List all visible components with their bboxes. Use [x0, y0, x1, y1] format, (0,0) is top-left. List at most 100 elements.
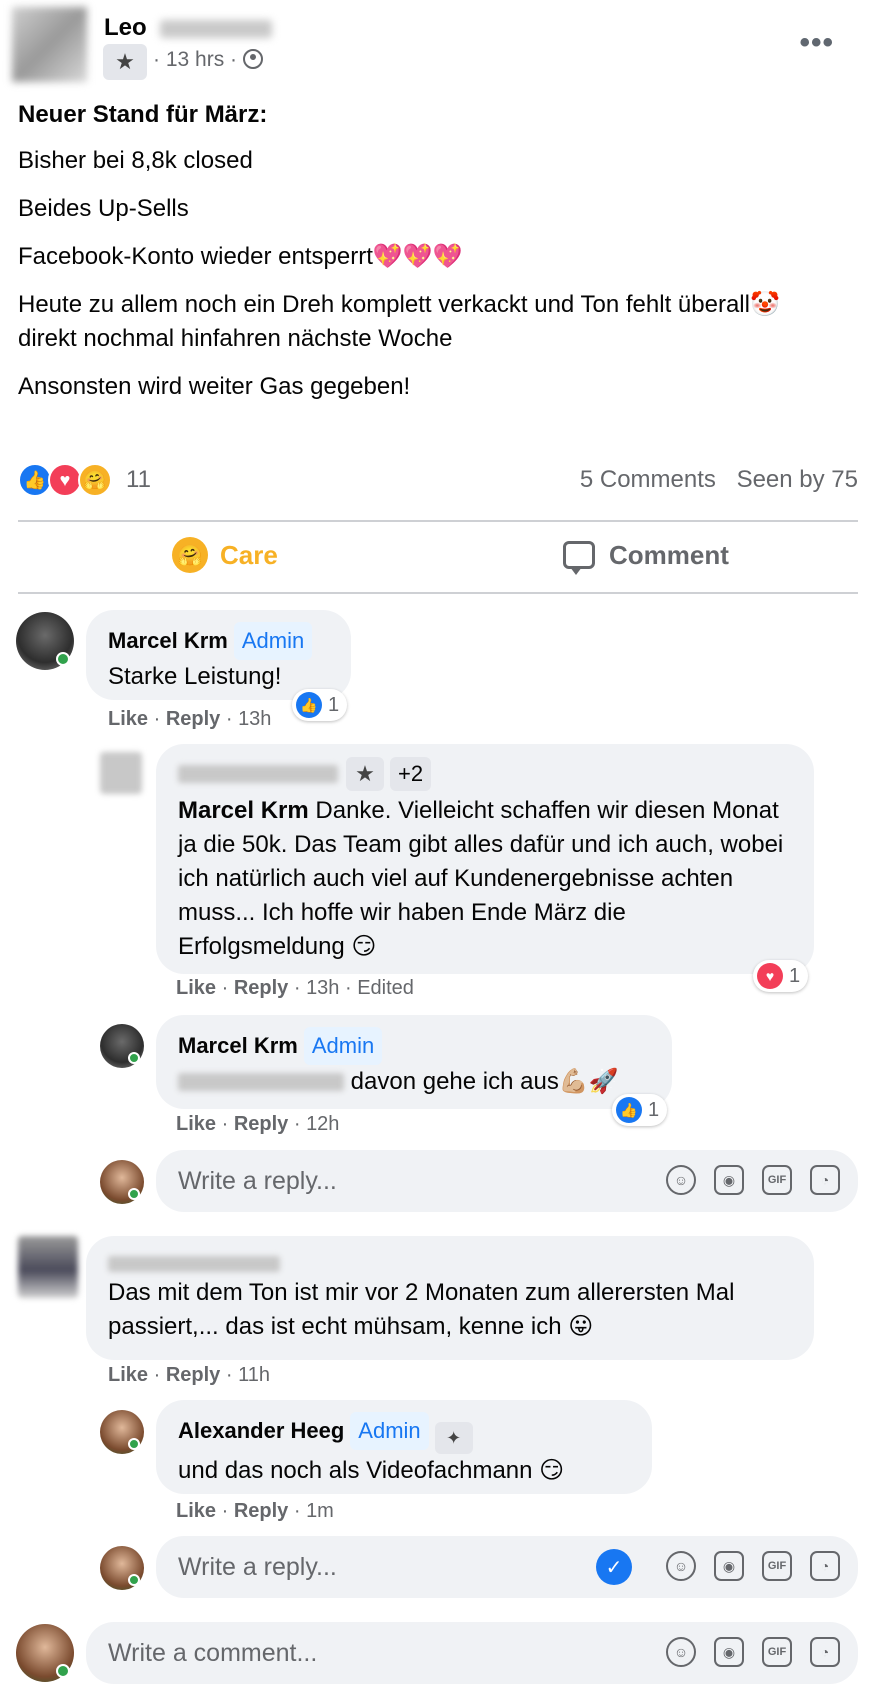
avatar[interactable] [100, 752, 142, 794]
comment-bubble: Das mit dem Ton ist mir vor 2 Monaten zu… [86, 1236, 814, 1360]
star-badge-icon[interactable]: ★ [103, 44, 147, 80]
post-body: Neuer Stand für März: Bisher bei 8,8k cl… [18, 98, 848, 418]
like-link[interactable]: Like [176, 977, 216, 999]
comment-icon [563, 541, 595, 575]
extra-badges[interactable]: +2 [390, 757, 432, 791]
love-reaction-icon: ♥ [48, 463, 82, 497]
commenter-name-redacted [108, 1256, 280, 1272]
comment-actions: Like · Reply · 11h [108, 1364, 270, 1386]
comment-button[interactable]: Comment [563, 532, 729, 578]
online-indicator [128, 1052, 140, 1064]
post-line: Beides Up-Sells [18, 195, 189, 222]
like-reaction-icon: 👍 [296, 692, 322, 718]
like-reaction-icon: 👍 [18, 463, 52, 497]
edited-label: Edited [357, 977, 414, 999]
emoji-icon[interactable]: ☺ [666, 1165, 696, 1195]
reply-link[interactable]: Reply [234, 1500, 288, 1522]
privacy-icon[interactable] [243, 49, 264, 69]
post-line: Bisher bei 8,8k closed [18, 147, 253, 174]
online-indicator [56, 1664, 70, 1678]
admin-badge[interactable]: Admin [303, 1027, 383, 1065]
post-time[interactable]: 13 hrs [166, 48, 224, 71]
more-options-icon[interactable]: ••• [799, 26, 834, 60]
commenter-name[interactable]: Marcel Krm [178, 1033, 298, 1058]
input-tools: ☺ ◉ GIF ◔ [666, 1637, 840, 1667]
care-label: Care [220, 539, 278, 570]
commenter-name[interactable]: Marcel Krm [108, 628, 228, 653]
gif-icon[interactable]: GIF [762, 1165, 792, 1195]
post-line: Ansonsten wird weiter Gas gegeben! [18, 373, 411, 400]
comment-text: davon gehe ich aus💪🏼🚀 [350, 1068, 619, 1095]
emoji-icon[interactable]: ☺ [666, 1637, 696, 1667]
post-author-name[interactable]: Leo [104, 14, 147, 42]
admin-badge[interactable]: Admin [233, 622, 313, 660]
author-avatar[interactable] [12, 7, 87, 82]
comment-time[interactable]: 1m [306, 1500, 334, 1522]
sticker-icon[interactable]: ◔ [810, 1551, 840, 1581]
gif-icon[interactable]: GIF [762, 1551, 792, 1581]
comment-input[interactable]: Write a comment... ☺ ◉ GIF ◔ [86, 1622, 858, 1684]
comment-reactions[interactable]: 👍 1 [292, 689, 348, 721]
commenter-name-redacted [178, 765, 338, 783]
comment-time[interactable]: 12h [306, 1113, 339, 1135]
like-reaction-icon: 👍 [616, 1097, 642, 1123]
reply-placeholder: Write a reply... [178, 1166, 337, 1195]
comment-actions: Like · Reply · 12h [176, 1113, 340, 1135]
seen-by-link[interactable]: Seen by 75 [737, 466, 858, 493]
post-stats: 5 Comments Seen by 75 [580, 466, 858, 494]
camera-icon[interactable]: ◉ [714, 1551, 744, 1581]
comment-bubble: Alexander Heeg Admin ✦ und das noch als Vi… [156, 1400, 652, 1494]
love-reaction-icon: ♥ [757, 963, 783, 989]
post-line: Neuer Stand für März: [18, 101, 268, 128]
comments-count-link[interactable]: 5 Comments [580, 466, 716, 493]
divider [18, 520, 858, 522]
like-link[interactable]: Like [176, 1113, 216, 1135]
reply-link[interactable]: Reply [166, 1364, 220, 1386]
like-link[interactable]: Like [108, 708, 148, 730]
post-meta: · 13 hrs · [153, 48, 264, 72]
emoji-icon[interactable]: ☺ [666, 1551, 696, 1581]
mention-redacted [178, 1073, 344, 1091]
comment-actions: Like · Reply · 1m [176, 1500, 334, 1522]
commenter-name[interactable]: Alexander Heeg [178, 1418, 344, 1443]
online-indicator [128, 1438, 140, 1450]
like-link[interactable]: Like [108, 1364, 148, 1386]
post-line: Facebook-Konto wieder entsperrt💖💖💖 [18, 243, 463, 270]
comment-actions: Like · Reply · 13h [108, 708, 272, 730]
care-icon: 🤗 [172, 537, 208, 573]
comment-time[interactable]: 11h [238, 1364, 270, 1386]
comment-reactions[interactable]: 👍 1 [612, 1094, 668, 1126]
reply-input[interactable]: Write a reply... ☺ ◉ GIF ◔ [156, 1150, 858, 1212]
online-indicator [56, 652, 70, 666]
checkmark-icon[interactable]: ✓ [596, 1549, 632, 1585]
admin-badge[interactable]: Admin [350, 1412, 429, 1450]
author-lastname-redacted [160, 20, 272, 38]
comment-bubble: ★ +2 Marcel Krm Danke. Vielleicht schaff… [156, 744, 814, 974]
avatar[interactable] [18, 1236, 78, 1298]
input-tools: ☺ ◉ GIF ◔ [666, 1551, 840, 1581]
reply-link[interactable]: Reply [166, 708, 220, 730]
comment-bubble: Marcel Krm Admin Starke Leistung! [86, 610, 351, 700]
like-link[interactable]: Like [176, 1500, 216, 1522]
reaction-count[interactable]: 11 [126, 466, 151, 494]
comment-text: Starke Leistung! [108, 663, 282, 690]
camera-icon[interactable]: ◉ [714, 1637, 744, 1667]
comment-time[interactable]: 13h [306, 977, 339, 999]
conversation-starter-badge-icon[interactable]: ✦ [434, 1422, 473, 1454]
reply-link[interactable]: Reply [234, 1113, 288, 1135]
reaction-summary[interactable]: 👍 ♥ 🤗 11 [18, 462, 151, 498]
comment-reactions[interactable]: ♥ 1 [753, 960, 809, 992]
sticker-icon[interactable]: ◔ [810, 1637, 840, 1667]
gif-icon[interactable]: GIF [762, 1637, 792, 1667]
comment-time[interactable]: 13h [238, 708, 271, 730]
comment-label: Comment [609, 539, 729, 570]
care-button[interactable]: 🤗 Care [172, 532, 278, 578]
reply-input[interactable]: Write a reply... ✓ ☺ ◉ GIF ◔ [156, 1536, 858, 1598]
sticker-icon[interactable]: ◔ [810, 1165, 840, 1195]
mention[interactable]: Marcel Krm [178, 797, 309, 824]
reply-link[interactable]: Reply [234, 977, 288, 999]
star-badge-icon[interactable]: ★ [346, 757, 384, 791]
camera-icon[interactable]: ◉ [714, 1165, 744, 1195]
comment-actions: Like · Reply · 13h · Edited [176, 977, 414, 999]
comment-bubble: Marcel Krm Admin davon gehe ich aus💪🏼🚀 [156, 1015, 672, 1109]
